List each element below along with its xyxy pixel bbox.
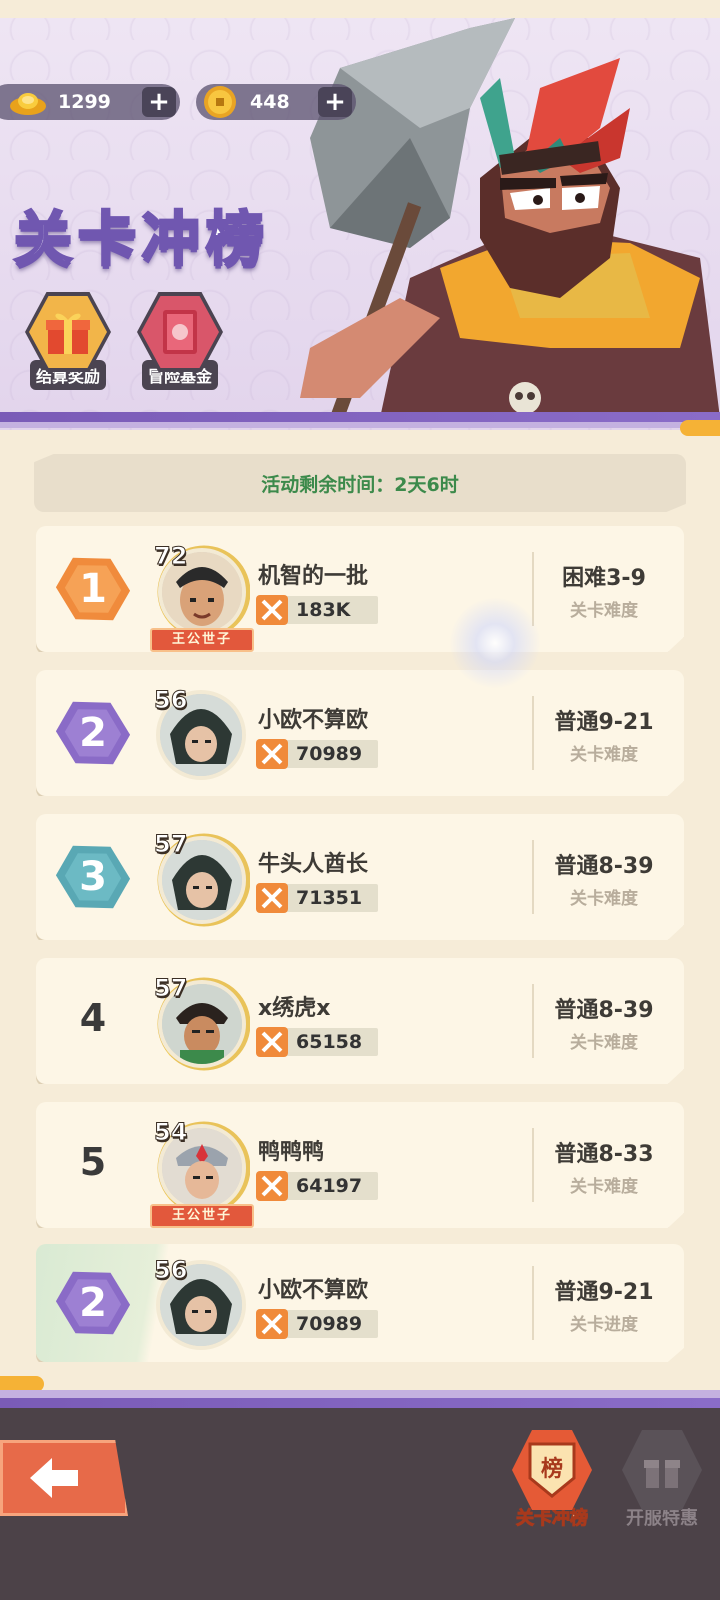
player-name: x绣虎x	[258, 996, 331, 1021]
event-banner: 1299 + 448 + 关卡冲榜 结算奖励 冒险基金	[0, 0, 720, 430]
rank-1-badge-icon: 1	[56, 552, 130, 626]
player-avatar[interactable]: 54 王公世子	[150, 1118, 254, 1228]
stage-label: 关卡难度	[570, 601, 638, 621]
ranking-row-4[interactable]: 4 57 x绣虎x 65158 普通8-39 关卡难度	[36, 958, 684, 1084]
crossed-swords-icon	[256, 1027, 288, 1057]
back-arrow-icon	[30, 1458, 78, 1498]
event-title: 关卡冲榜	[12, 204, 271, 275]
player-avatar[interactable]: 56	[152, 686, 250, 784]
tab-launch-offer[interactable]: 开服特惠	[614, 1430, 710, 1530]
combat-power-value: 70989	[296, 743, 363, 765]
combat-power-value: 64197	[296, 1175, 363, 1197]
back-button[interactable]	[0, 1440, 128, 1516]
ranking-shield-glyph: 榜	[541, 1456, 563, 1482]
stage-label: 关卡难度	[570, 889, 638, 909]
gift-box-icon	[29, 296, 107, 368]
rank-2-number: 2	[79, 710, 107, 756]
bottom-divider-light	[0, 1390, 720, 1398]
my-stage-progress: 普通9-21	[554, 1280, 654, 1305]
event-timer: 活动剩余时间：2天6时	[34, 454, 686, 512]
stage-progress: 普通8-33	[554, 1142, 654, 1167]
combat-power-value: 65158	[296, 1031, 363, 1053]
ranking-row-1[interactable]: 1 72 王公世子 机智的一批 183K 困难3-9 关卡难度	[36, 526, 684, 652]
touch-indicator	[450, 598, 540, 688]
player-name: 牛头人酋长	[258, 852, 369, 877]
my-combat-power: 70989	[256, 1309, 378, 1339]
rank-5-number: 5	[79, 1140, 107, 1184]
ranking-row-5[interactable]: 5 54 王公世子 鸭鸭鸭 64197 普通8-33 关卡难度	[36, 1102, 684, 1228]
top-strip	[0, 0, 720, 18]
banner-divider	[0, 412, 720, 422]
player-name: 鸭鸭鸭	[258, 1140, 325, 1165]
my-combat-power-value: 70989	[296, 1313, 363, 1335]
combat-power-value: 183K	[296, 599, 351, 621]
fund-book-icon	[141, 296, 219, 368]
coin-currency-bar: 448 +	[196, 84, 356, 120]
banner-divider-light	[0, 422, 720, 428]
crossed-swords-icon	[256, 1171, 288, 1201]
my-name: 小欧不算欧	[258, 1278, 369, 1303]
banner-corner-accent	[680, 420, 720, 436]
combat-power: 70989	[256, 739, 378, 769]
player-level: 57	[153, 830, 188, 859]
crossed-swords-icon	[256, 1309, 288, 1339]
combat-power: 183K	[256, 595, 378, 625]
my-rank-number: 2	[79, 1280, 107, 1326]
rank-1-number: 1	[79, 566, 107, 612]
hero-warrior-illustration	[300, 18, 720, 418]
rank-4-number: 4	[79, 996, 107, 1040]
player-name: 小欧不算欧	[258, 708, 369, 733]
add-coin-button[interactable]: +	[318, 87, 352, 117]
adventure-fund-button[interactable]: 冒险基金	[134, 292, 226, 390]
gold-ingot-icon	[8, 86, 48, 118]
ranking-shield-icon: 榜	[512, 1430, 592, 1510]
ranking-row-2[interactable]: 2 56 小欧不算欧 70989 普通9-21 关卡难度	[36, 670, 684, 796]
tab-stage-ranking[interactable]: 榜 关卡冲榜	[504, 1430, 600, 1530]
stage-progress: 困难3-9	[562, 566, 646, 591]
rank-2-badge-icon: 2	[56, 1266, 130, 1340]
copper-coin-icon	[200, 86, 240, 118]
player-level: 57	[153, 974, 188, 1003]
gold-currency-bar: 1299 +	[0, 84, 180, 120]
coin-amount: 448	[250, 91, 290, 113]
stage-progress: 普通9-21	[554, 710, 654, 735]
stage-label: 关卡难度	[570, 1033, 638, 1053]
add-gold-button[interactable]: +	[142, 87, 176, 117]
player-title-tag: 王公世子	[150, 1204, 254, 1228]
combat-power: 64197	[256, 1171, 378, 1201]
player-title-tag: 王公世子	[150, 628, 254, 652]
stage-progress: 普通8-39	[554, 998, 654, 1023]
my-ranking-row[interactable]: 2 56 小欧不算欧 70989 普通9-21 关卡进度	[36, 1244, 684, 1362]
crossed-swords-icon	[256, 883, 288, 913]
stage-label: 关卡难度	[570, 745, 638, 765]
my-level: 56	[153, 1256, 188, 1285]
player-level: 72	[153, 542, 188, 571]
stage-progress: 普通8-39	[554, 854, 654, 879]
settlement-reward-button[interactable]: 结算奖励	[22, 292, 114, 390]
combat-power-value: 71351	[296, 887, 363, 909]
rank-2-badge-icon: 2	[56, 696, 130, 770]
combat-power: 65158	[256, 1027, 378, 1057]
rank-3-number: 3	[79, 854, 107, 900]
combat-power: 71351	[256, 883, 378, 913]
my-avatar[interactable]: 56	[152, 1256, 250, 1354]
crossed-swords-icon	[256, 739, 288, 769]
player-avatar[interactable]: 57	[152, 974, 250, 1072]
gift-box-icon	[622, 1430, 702, 1510]
ranking-row-3[interactable]: 3 57 牛头人酋长 71351 普通8-39 关卡难度	[36, 814, 684, 940]
player-level: 56	[153, 686, 188, 715]
stage-label: 关卡难度	[570, 1177, 638, 1197]
rank-3-badge-icon: 3	[56, 840, 130, 914]
player-avatar[interactable]: 57	[152, 830, 250, 928]
crossed-swords-icon	[256, 595, 288, 625]
gold-amount: 1299	[58, 91, 111, 113]
player-level: 54	[153, 1118, 188, 1147]
my-stage-label: 关卡进度	[570, 1315, 638, 1335]
player-name: 机智的一批	[258, 564, 369, 589]
player-avatar[interactable]: 72 王公世子	[150, 542, 254, 652]
